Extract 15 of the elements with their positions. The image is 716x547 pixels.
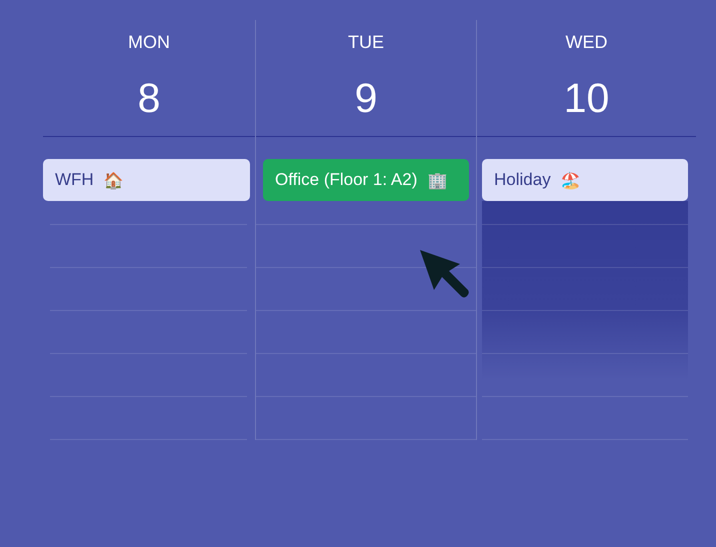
- day-name: TUE: [348, 32, 384, 52]
- event-emoji: 🏢: [427, 170, 448, 190]
- event-label: Holiday: [494, 170, 551, 190]
- day-name: MON: [128, 32, 170, 52]
- event-label: Office (Floor 1: A2): [275, 170, 418, 190]
- event-emoji: 🏖: [560, 170, 581, 190]
- event-chip[interactable]: WFH 🏠: [43, 159, 250, 201]
- event-chip[interactable]: Holiday 🏖: [482, 159, 688, 201]
- event-label: WFH: [55, 170, 94, 190]
- day-number: 9: [354, 76, 378, 120]
- day-number: 10: [564, 76, 610, 120]
- day-name: WED: [566, 32, 608, 52]
- cursor-icon: [420, 250, 470, 299]
- event-emoji: 🏠: [104, 170, 124, 190]
- day-number: 8: [138, 76, 160, 120]
